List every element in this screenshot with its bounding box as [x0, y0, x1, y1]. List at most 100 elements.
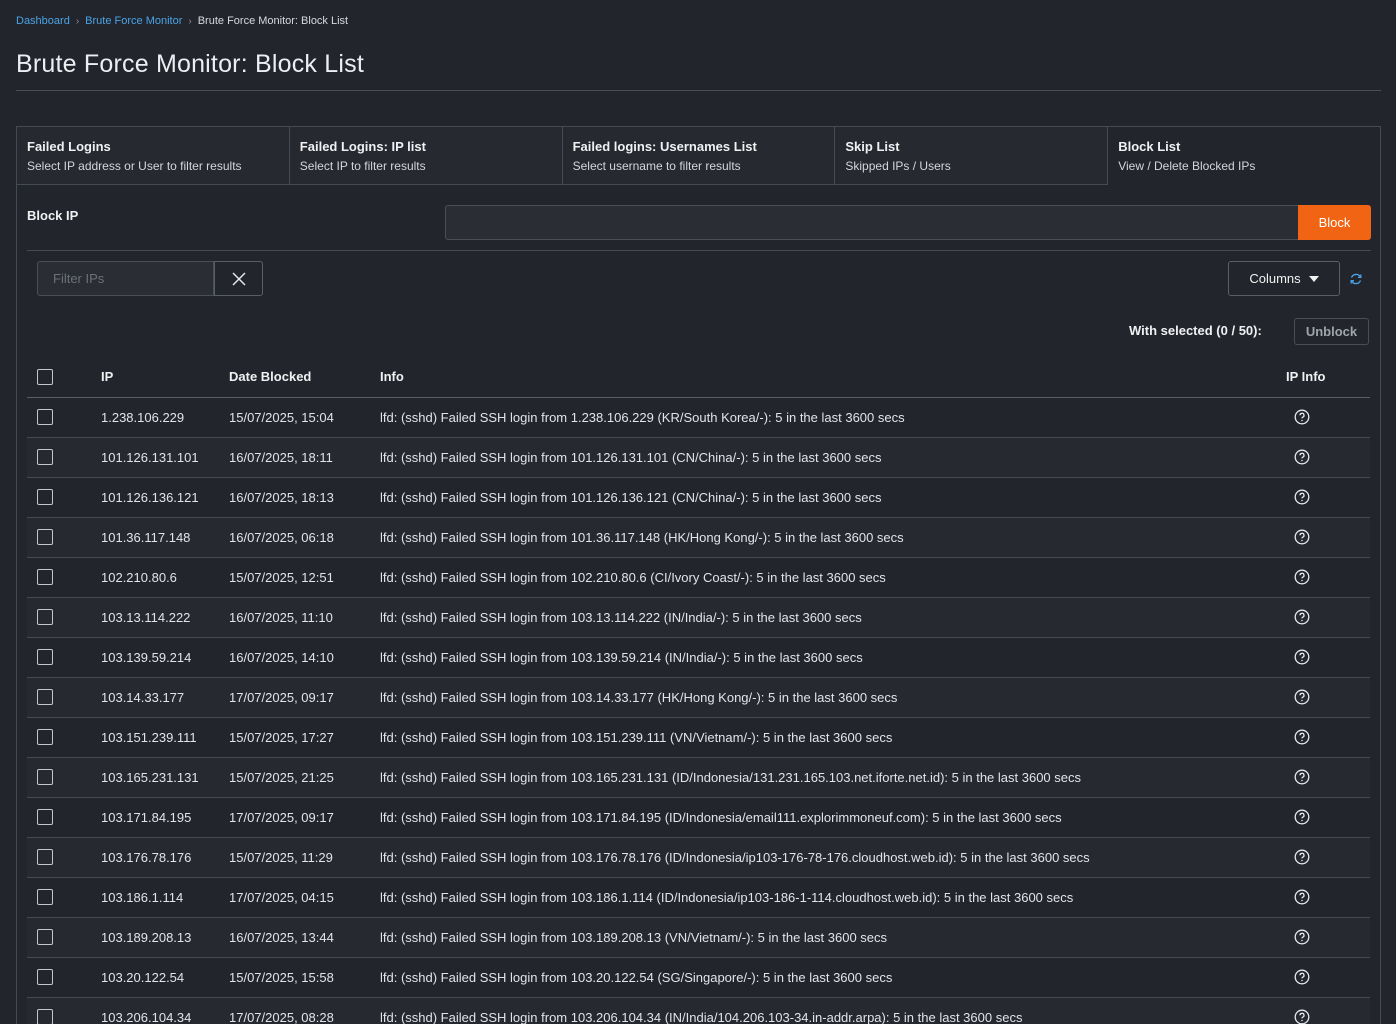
cell-ip-info [1286, 757, 1370, 798]
row-checkbox[interactable] [37, 849, 53, 866]
row-checkbox[interactable] [37, 649, 53, 666]
table-row: 103.176.78.176 15/07/2025, 11:29 lfd: (ssh… [27, 837, 1370, 878]
row-checkbox[interactable] [37, 889, 53, 906]
breadcrumb-current: Brute Force Monitor: Block List [197, 15, 349, 27]
table-row: 103.165.231.131 15/07/2025, 21:25 lfd: (ss… [27, 757, 1370, 798]
tab-usernames-list[interactable]: Failed logins: Usernames List Select use… [562, 127, 836, 185]
question-circle-icon[interactable] [1294, 649, 1310, 665]
block-button[interactable]: Block [1298, 205, 1371, 240]
row-checkbox[interactable] [37, 1009, 53, 1024]
breadcrumb: Dashboard › Brute Force Monitor › Brute … [16, 15, 348, 27]
table-row: 1.238.106.229 15/07/2025, 15:04 lfd: (sshd… [27, 397, 1370, 438]
tab-skip-list[interactable]: Skip List Skipped IPs / Users [835, 127, 1109, 185]
cell-ip: 1.238.106.229 [101, 397, 229, 438]
cell-ip-info [1286, 397, 1370, 438]
page-title: Brute Force Monitor: Block List [16, 50, 364, 78]
question-circle-icon[interactable] [1294, 929, 1310, 945]
cell-date-blocked: 16/07/2025, 06:18 [229, 517, 380, 558]
caret-down-icon [1308, 275, 1319, 282]
unblock-button[interactable]: Unblock [1294, 318, 1369, 345]
cell-date-blocked: 17/07/2025, 09:17 [229, 677, 380, 718]
question-circle-icon[interactable] [1294, 769, 1310, 785]
question-circle-icon[interactable] [1294, 409, 1310, 425]
row-checkbox[interactable] [37, 609, 53, 626]
row-select-cell [27, 437, 101, 478]
row-checkbox[interactable] [37, 769, 53, 786]
table-row: 103.206.104.34 17/07/2025, 08:28 lfd: (ssh… [27, 997, 1370, 1024]
tab-title: Failed Logins: IP list [299, 139, 426, 154]
question-circle-icon[interactable] [1294, 729, 1310, 745]
cell-ip: 102.210.80.6 [101, 557, 229, 598]
cell-date-blocked: 16/07/2025, 13:44 [229, 917, 380, 958]
question-circle-icon[interactable] [1294, 489, 1310, 505]
row-checkbox[interactable] [37, 689, 53, 706]
row-checkbox[interactable] [37, 969, 53, 986]
cell-date-blocked: 15/07/2025, 21:25 [229, 757, 380, 798]
row-select-cell [27, 717, 101, 758]
with-selected-label: With selected (0 / 50): [1129, 323, 1262, 338]
cell-date-blocked: 16/07/2025, 14:10 [229, 637, 380, 678]
clear-filter-button[interactable] [214, 261, 263, 296]
question-circle-icon[interactable] [1294, 529, 1310, 545]
cell-ip: 103.176.78.176 [101, 837, 229, 878]
cell-date-blocked: 17/07/2025, 09:17 [229, 797, 380, 838]
row-checkbox[interactable] [37, 929, 53, 946]
cell-ip: 103.165.231.131 [101, 757, 229, 798]
row-select-cell [27, 637, 101, 678]
cell-ip-info [1286, 477, 1370, 518]
row-checkbox[interactable] [37, 569, 53, 586]
row-select-cell [27, 517, 101, 558]
cell-ip: 101.126.131.101 [101, 437, 229, 478]
tab-bar: Failed Logins Select IP address or User … [17, 127, 1380, 185]
row-checkbox[interactable] [37, 729, 53, 746]
row-checkbox[interactable] [37, 809, 53, 826]
tab-subtitle: View / Delete Blocked IPs [1118, 159, 1256, 173]
cell-info: lfd: (sshd) Failed SSH login from 103.13… [380, 637, 1286, 678]
question-circle-icon[interactable] [1294, 849, 1310, 865]
block-ip-input[interactable] [445, 205, 1299, 240]
table-row: 103.151.239.111 15/07/2025, 17:27 lfd: (ss… [27, 717, 1370, 758]
columns-label: Columns [1249, 271, 1301, 286]
filter-ips-input[interactable] [37, 261, 214, 296]
table-row: 103.189.208.13 16/07/2025, 13:44 lfd: (ssh… [27, 917, 1370, 958]
question-circle-icon[interactable] [1294, 1009, 1310, 1024]
cell-date-blocked: 16/07/2025, 18:13 [229, 477, 380, 518]
column-header-info[interactable]: Info [380, 356, 1286, 398]
breadcrumb-brute-force-monitor[interactable]: Brute Force Monitor [85, 15, 182, 27]
cell-ip-info [1286, 837, 1370, 878]
question-circle-icon[interactable] [1294, 889, 1310, 905]
table-row: 103.14.33.177 17/07/2025, 09:17 lfd: (sshd… [27, 677, 1370, 718]
cell-ip-info [1286, 957, 1370, 998]
tab-block-list[interactable]: Block List View / Delete Blocked IPs [1108, 127, 1380, 185]
row-select-cell [27, 797, 101, 838]
row-checkbox[interactable] [37, 529, 53, 546]
row-select-cell [27, 917, 101, 958]
question-circle-icon[interactable] [1294, 449, 1310, 465]
question-circle-icon[interactable] [1294, 969, 1310, 985]
column-header-ip[interactable]: IP [101, 356, 229, 398]
row-checkbox[interactable] [37, 409, 53, 426]
cell-date-blocked: 17/07/2025, 04:15 [229, 877, 380, 918]
cell-ip-info [1286, 877, 1370, 918]
row-select-cell [27, 757, 101, 798]
breadcrumb-dashboard[interactable]: Dashboard [16, 15, 70, 27]
question-circle-icon[interactable] [1294, 809, 1310, 825]
tab-title: Failed Logins [27, 139, 111, 154]
cell-info: lfd: (sshd) Failed SSH login from 101.36… [380, 517, 1286, 558]
question-circle-icon[interactable] [1294, 569, 1310, 585]
refresh-icon[interactable] [1349, 272, 1363, 286]
question-circle-icon[interactable] [1294, 609, 1310, 625]
row-select-cell [27, 397, 101, 438]
tab-failed-logins-ip-list[interactable]: Failed Logins: IP list Select IP to filt… [289, 127, 563, 185]
row-checkbox[interactable] [37, 449, 53, 466]
cell-date-blocked: 17/07/2025, 08:28 [229, 997, 380, 1024]
tab-subtitle: Select username to filter results [572, 159, 741, 173]
question-circle-icon[interactable] [1294, 689, 1310, 705]
column-header-date[interactable]: Date Blocked [229, 356, 380, 398]
tab-failed-logins[interactable]: Failed Logins Select IP address or User … [17, 127, 290, 185]
columns-dropdown-button[interactable]: Columns [1228, 261, 1340, 296]
tab-title: Skip List [845, 139, 900, 154]
cell-ip: 103.206.104.34 [101, 997, 229, 1024]
select-all-checkbox[interactable] [37, 368, 53, 385]
row-checkbox[interactable] [37, 489, 53, 506]
